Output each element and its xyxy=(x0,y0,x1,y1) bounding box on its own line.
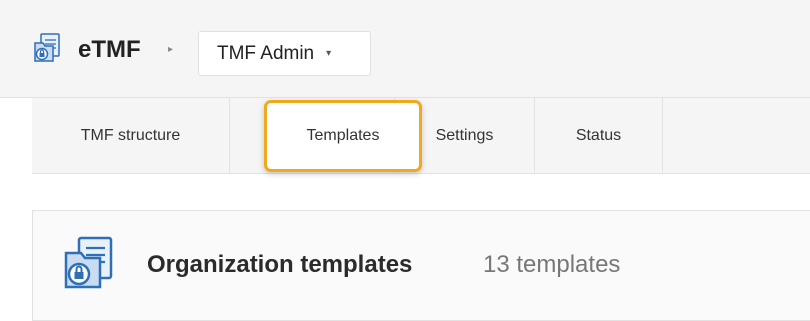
tab-label: TMF structure xyxy=(80,127,181,144)
app-name[interactable]: eTMF xyxy=(78,36,141,64)
templates-folder-lock-icon xyxy=(64,236,113,289)
context-dropdown-label: TMF Admin xyxy=(217,42,315,64)
chevron-down-icon: ▾ xyxy=(326,48,332,59)
etmf-folder-lock-icon[interactable] xyxy=(32,33,62,63)
tab-tmf-structure[interactable]: TMF structure xyxy=(32,98,230,174)
tab-label: Status xyxy=(575,127,622,144)
top-bar: eTMF ▸ TMF Admin ▾ xyxy=(0,0,810,98)
template-count: 13 templates xyxy=(483,251,621,278)
organization-templates-panel: Organization templates 13 templates xyxy=(32,210,810,321)
tab-bar: TMF structure Settings Status Templates xyxy=(32,98,810,174)
tab-label: Settings xyxy=(435,127,494,144)
context-dropdown[interactable]: TMF Admin ▾ xyxy=(198,31,371,76)
tab-label: Templates xyxy=(306,127,380,144)
section-title: Organization templates xyxy=(147,251,413,278)
tab-status[interactable]: Status xyxy=(535,98,663,174)
breadcrumb-separator-icon: ▸ xyxy=(168,44,174,55)
tab-templates[interactable]: Templates xyxy=(264,100,422,172)
